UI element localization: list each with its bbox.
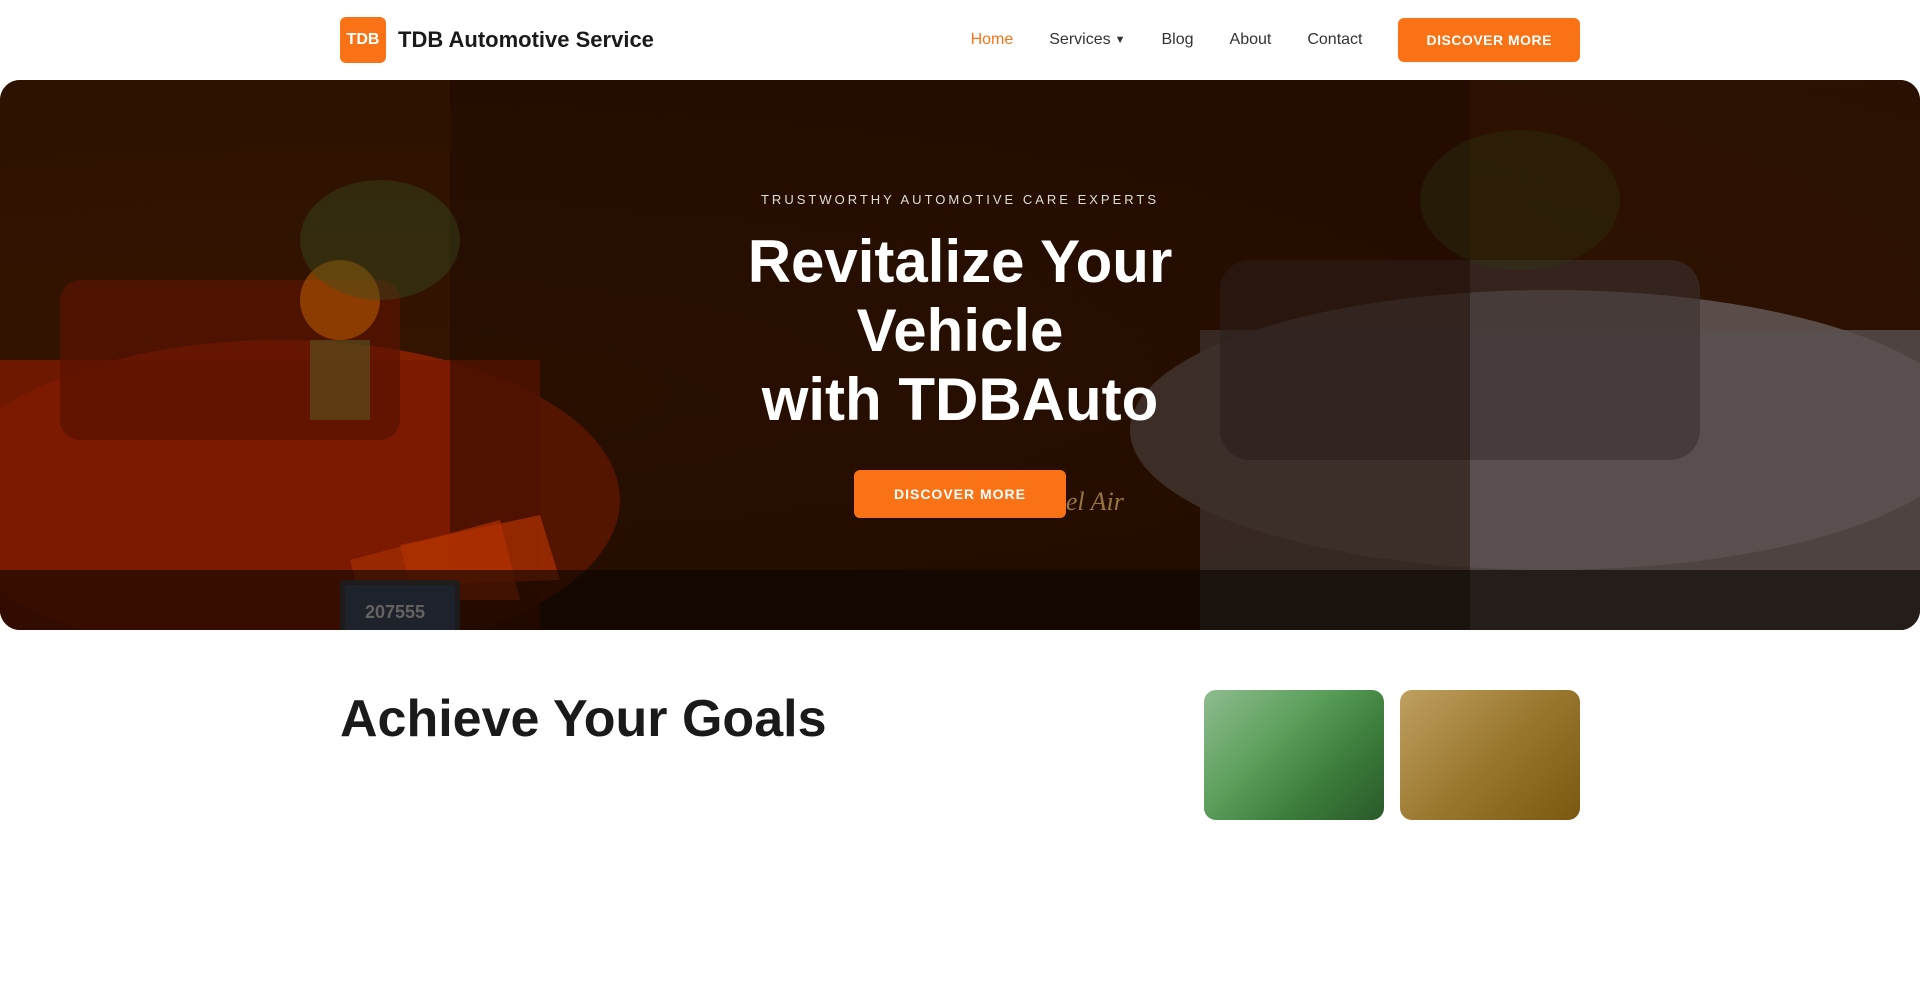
nav-services[interactable]: Services xyxy=(1049,31,1110,49)
header-discover-button[interactable]: DISCOVER MORE xyxy=(1398,18,1580,62)
hero-section: 207555 Bel Air TRUSTWORTHY AUTOMOTIVE CA… xyxy=(0,80,1920,630)
below-hero-section: Achieve Your Goals xyxy=(0,630,1920,820)
below-image-1 xyxy=(1204,690,1384,820)
hero-title-line1: Revitalize Your Vehicle xyxy=(748,228,1173,364)
below-image-2 xyxy=(1400,690,1580,820)
main-nav: Home Services ▼ Blog About Contact DISCO… xyxy=(971,18,1580,62)
below-hero-images xyxy=(1204,690,1580,820)
nav-home[interactable]: Home xyxy=(971,31,1014,49)
nav-about[interactable]: About xyxy=(1230,31,1272,49)
header: TDB TDB Automotive Service Home Services… xyxy=(0,0,1920,80)
hero-title: Revitalize Your Vehicle with TDBAuto xyxy=(660,227,1260,434)
nav-contact[interactable]: Contact xyxy=(1307,31,1362,49)
hero-tagline: TRUSTWORTHY AUTOMOTIVE CARE EXPERTS xyxy=(761,192,1159,207)
hero-discover-button[interactable]: DISCOVER MORE xyxy=(854,470,1066,518)
chevron-down-icon: ▼ xyxy=(1115,34,1126,46)
hero-title-line2: with TDBAuto xyxy=(762,366,1159,433)
hero-content: TRUSTWORTHY AUTOMOTIVE CARE EXPERTS Revi… xyxy=(0,80,1920,630)
logo-icon: TDB xyxy=(340,17,386,63)
nav-services-wrapper[interactable]: Services ▼ xyxy=(1049,31,1125,49)
below-hero-title: Achieve Your Goals xyxy=(340,690,1144,750)
brand-name: TDB Automotive Service xyxy=(398,27,654,53)
logo-area[interactable]: TDB TDB Automotive Service xyxy=(340,17,654,63)
nav-blog[interactable]: Blog xyxy=(1162,31,1194,49)
